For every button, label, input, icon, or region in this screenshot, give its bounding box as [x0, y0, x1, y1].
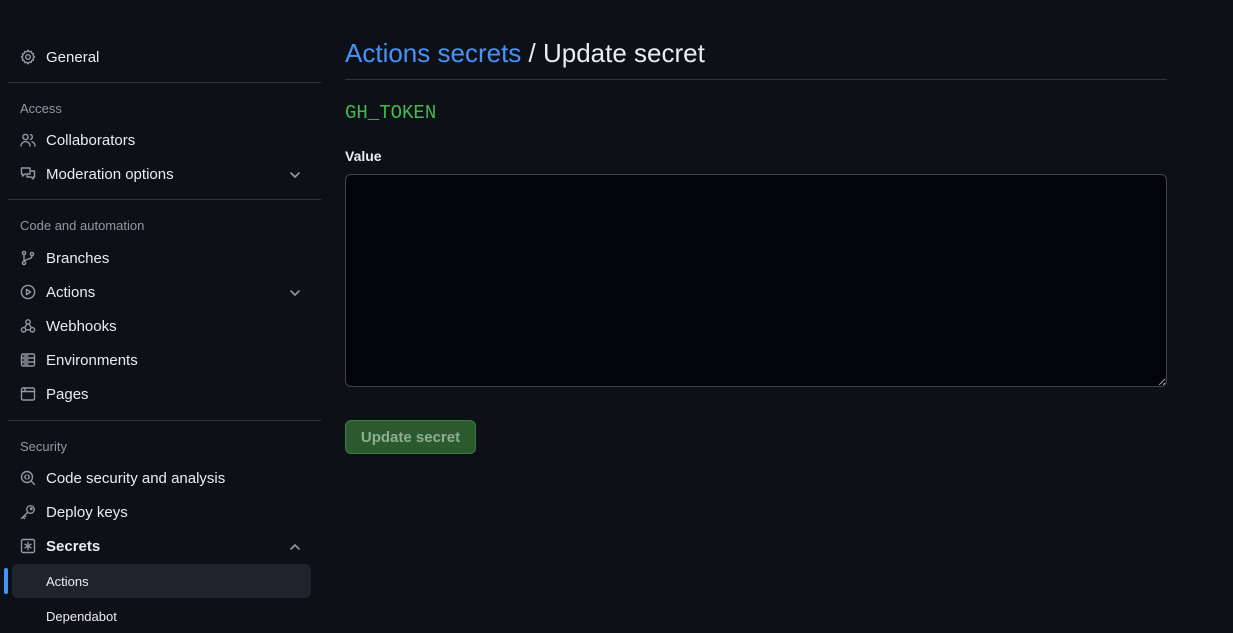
- sidebar-item-secrets[interactable]: Secrets: [12, 529, 311, 563]
- sidebar-item-label: Actions: [46, 283, 96, 301]
- webhook-icon: [20, 318, 36, 334]
- active-indicator: [4, 568, 8, 594]
- sidebar-item-general[interactable]: General: [12, 40, 311, 74]
- chevron-down-icon[interactable]: [289, 286, 301, 298]
- secret-name: GH_TOKEN: [345, 102, 437, 124]
- sidebar-item-label: Moderation options: [46, 165, 174, 183]
- sidebar-item-label: Secrets: [46, 537, 101, 555]
- update-secret-button[interactable]: Update secret: [345, 420, 476, 454]
- sidebar-item-label: Branches: [46, 249, 110, 267]
- divider: [8, 420, 321, 421]
- sidebar-item-environments[interactable]: Environments: [12, 343, 311, 377]
- divider: [8, 82, 321, 83]
- sidebar-subitem-dependabot[interactable]: Dependabot: [12, 599, 311, 633]
- section-heading-access: Access: [20, 101, 62, 116]
- sidebar-item-webhooks[interactable]: Webhooks: [12, 309, 311, 343]
- sidebar-item-branches[interactable]: Branches: [12, 241, 311, 275]
- comment-discussion-icon: [20, 166, 36, 182]
- breadcrumb-actions-secrets-link[interactable]: Actions secrets: [345, 38, 521, 68]
- server-icon: [20, 352, 36, 368]
- browser-icon: [20, 386, 36, 402]
- git-branch-icon: [20, 250, 36, 266]
- sidebar-item-code-security[interactable]: Code security and analysis: [12, 461, 311, 495]
- sidebar-subitem-actions[interactable]: Actions: [12, 564, 311, 598]
- sidebar-item-label: Webhooks: [46, 317, 117, 335]
- sidebar-item-label: Environments: [46, 351, 138, 369]
- sidebar-item-label: Pages: [46, 385, 89, 403]
- sidebar-item-label: General: [46, 48, 100, 66]
- people-icon: [20, 132, 36, 148]
- asterisk-square-icon: [20, 538, 36, 554]
- divider: [345, 79, 1167, 80]
- chevron-up-icon[interactable]: [289, 540, 301, 552]
- page-title: Actions secrets / Update secret: [345, 38, 705, 69]
- sidebar-item-label: Deploy keys: [46, 503, 128, 521]
- section-heading-code-automation: Code and automation: [20, 218, 145, 233]
- breadcrumb-separator: /: [521, 38, 543, 68]
- breadcrumb-current: Update secret: [542, 38, 705, 68]
- section-heading-security: Security: [20, 439, 67, 454]
- sidebar-item-moderation-options[interactable]: Moderation options: [12, 157, 311, 191]
- divider: [8, 199, 321, 200]
- codescan-icon: [20, 470, 36, 486]
- sidebar-item-label: Code security and analysis: [46, 469, 226, 487]
- sidebar-item-pages[interactable]: Pages: [12, 377, 311, 411]
- gear-icon: [20, 49, 36, 65]
- settings-sidebar: General Access Collaborators Moderation …: [0, 0, 321, 632]
- sidebar-subitem-label: Dependabot: [46, 608, 117, 624]
- sidebar-item-collaborators[interactable]: Collaborators: [12, 123, 311, 157]
- secret-value-textarea[interactable]: [345, 174, 1167, 387]
- key-icon: [20, 504, 36, 520]
- sidebar-item-label: Collaborators: [46, 131, 136, 149]
- sidebar-item-deploy-keys[interactable]: Deploy keys: [12, 495, 311, 529]
- chevron-down-icon[interactable]: [289, 168, 301, 180]
- play-icon: [20, 284, 36, 300]
- value-label: Value: [345, 148, 382, 164]
- sidebar-item-actions[interactable]: Actions: [12, 275, 311, 309]
- sidebar-subitem-label: Actions: [46, 573, 89, 589]
